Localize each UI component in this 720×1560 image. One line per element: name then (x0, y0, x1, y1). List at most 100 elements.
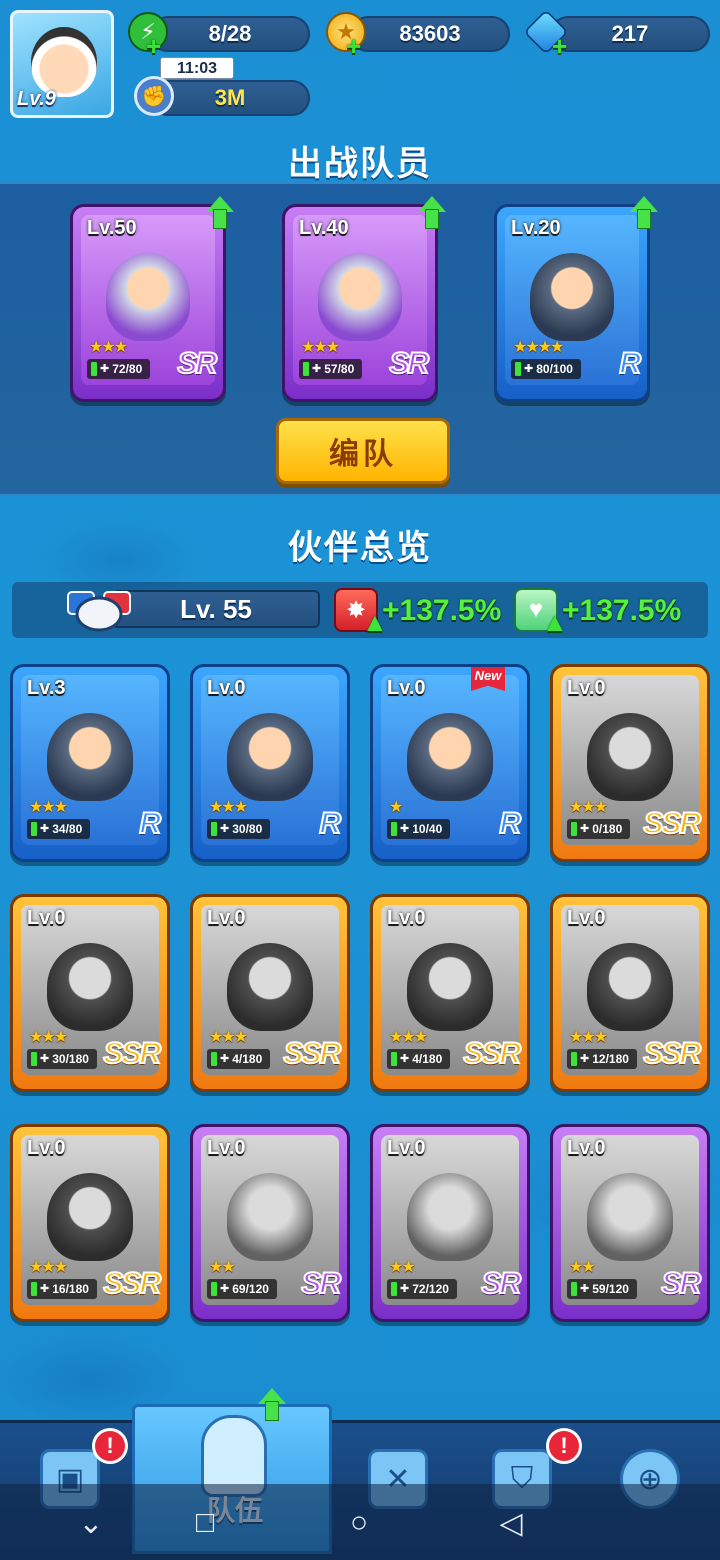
rarity-badge: SR (388, 346, 430, 381)
card-level: Lv.0 (567, 1137, 606, 1159)
shard-text: 59/120 (592, 1282, 629, 1296)
shard-progress-bar (391, 1282, 397, 1296)
shard-progress-bar (91, 362, 97, 376)
card-level: Lv.0 (567, 907, 606, 929)
partner-card[interactable]: Lv.0 ★★ ✚ 59/120 SR (550, 1124, 710, 1322)
partner-card[interactable]: Lv.0 ★ ✚ 10/40 R New (370, 664, 530, 862)
formation-button[interactable]: 编队 (276, 418, 450, 484)
shard-icon: ✚ (312, 363, 322, 375)
rarity-badge: SSR (102, 1036, 162, 1071)
power-fist-icon: ✊ (134, 76, 174, 116)
add-coins-button[interactable]: + (346, 33, 366, 59)
rarity-badge: SSR (102, 1266, 162, 1301)
avatar-portrait (31, 27, 97, 97)
system-back-icon[interactable]: ◁ (486, 1506, 536, 1541)
card-stars: ★★★ (209, 1029, 248, 1046)
card-shard-count: ✚ 72/80 (87, 359, 151, 379)
shard-progress-bar (211, 1052, 217, 1066)
card-level: Lv.40 (299, 217, 349, 239)
battle-member-card[interactable]: Lv.40 ★★★ ✚ 57/80 SR (282, 204, 438, 402)
player-level: Lv.9 (17, 88, 56, 110)
character-portrait (530, 253, 614, 342)
card-stars: ★★★ (29, 1029, 68, 1046)
character-portrait (586, 1173, 674, 1262)
partner-card[interactable]: Lv.0 ★★ ✚ 69/120 SR (190, 1124, 350, 1322)
card-shard-count: ✚ 34/80 (27, 819, 91, 839)
add-gems-button[interactable]: + (552, 33, 572, 59)
card-shard-count: ✚ 12/180 (567, 1049, 637, 1069)
shard-text: 72/80 (112, 362, 143, 376)
card-shard-count: ✚ 4/180 (387, 1049, 451, 1069)
partner-card[interactable]: Lv.0 ★★★ ✚ 4/180 SSR (190, 894, 350, 1092)
rarity-badge: SR (480, 1266, 522, 1301)
card-level: Lv.3 (27, 677, 66, 699)
shard-text: 16/180 (52, 1282, 89, 1296)
player-avatar[interactable]: Lv.9 (10, 10, 114, 118)
partner-card[interactable]: Lv.0 ★★★ ✚ 30/180 SSR (10, 894, 170, 1092)
attack-bonus-value: +137.5% (382, 594, 502, 627)
upgrade-arrow-icon (418, 196, 446, 230)
card-level: Lv.0 (207, 907, 246, 929)
shard-icon: ✚ (40, 1053, 50, 1065)
add-stamina-button[interactable]: + (146, 33, 166, 59)
rarity-badge: SR (300, 1266, 342, 1301)
stamina-pill: 8/28 (150, 16, 310, 52)
shard-text: 57/80 (324, 362, 355, 376)
shard-text: 30/180 (52, 1052, 89, 1066)
coins-value: 83603 (399, 21, 461, 46)
battle-section-title: 出战队员 (288, 145, 432, 183)
character-portrait (226, 1173, 314, 1262)
team-upgrade-arrow-icon (258, 1388, 286, 1422)
system-down-chevron-icon[interactable]: ⌄ (66, 1506, 116, 1541)
card-shard-count: ✚ 4/180 (207, 1049, 271, 1069)
card-stars: ★★★ (301, 339, 340, 356)
character-portrait (318, 253, 402, 342)
coins-pill: 83603 (350, 16, 510, 52)
character-portrait (46, 713, 134, 802)
partner-card[interactable]: Lv.3 ★★★ ✚ 34/80 R (10, 664, 170, 862)
card-stars: ★★ (569, 1259, 596, 1276)
character-portrait (226, 943, 314, 1032)
rarity-badge: R (618, 346, 642, 381)
shield-alert-badge: ! (546, 1428, 582, 1464)
shard-progress-bar (571, 1282, 577, 1296)
card-shard-count: ✚ 0/180 (567, 819, 631, 839)
shard-text: 69/120 (232, 1282, 269, 1296)
top-bar: Lv.9 8/28 ⚡ + 11:03 83603 ★ + 217 + 3M ✊ (0, 0, 720, 130)
character-portrait (226, 713, 314, 802)
rarity-badge: SR (660, 1266, 702, 1301)
card-stars: ★★★ (29, 799, 68, 816)
shard-text: 72/120 (412, 1282, 449, 1296)
character-portrait (586, 713, 674, 802)
power-pill: 3M (150, 80, 310, 116)
character-portrait (586, 943, 674, 1032)
card-stars: ★★★ (89, 339, 128, 356)
battle-member-card[interactable]: Lv.20 ★★★★ ✚ 80/100 R (494, 204, 650, 402)
partner-card[interactable]: Lv.0 ★★★ ✚ 0/180 SSR (550, 664, 710, 862)
rarity-badge: SSR (282, 1036, 342, 1071)
rarity-badge: R (138, 806, 162, 841)
shard-icon: ✚ (400, 1283, 410, 1295)
partner-card[interactable]: Lv.0 ★★★ ✚ 16/180 SSR (10, 1124, 170, 1322)
card-shard-count: ✚ 69/120 (207, 1279, 277, 1299)
shard-text: 10/40 (412, 822, 443, 836)
card-stars: ★★★★ (513, 339, 564, 356)
character-portrait (406, 713, 494, 802)
system-recents-icon[interactable]: □ (180, 1506, 230, 1540)
battle-member-card[interactable]: Lv.50 ★★★ ✚ 72/80 SR (70, 204, 226, 402)
shard-icon: ✚ (580, 823, 590, 835)
card-level: Lv.0 (567, 677, 606, 699)
card-shard-count: ✚ 16/180 (27, 1279, 97, 1299)
shard-progress-bar (515, 362, 521, 376)
partner-card[interactable]: Lv.0 ★★★ ✚ 4/180 SSR (370, 894, 530, 1092)
gems-pill: 217 (550, 16, 710, 52)
shard-progress-bar (31, 1282, 37, 1296)
partner-card[interactable]: Lv.0 ★★★ ✚ 12/180 SSR (550, 894, 710, 1092)
card-stars: ★★★ (29, 1259, 68, 1276)
card-shard-count: ✚ 80/100 (511, 359, 581, 379)
card-stars: ★★ (209, 1259, 236, 1276)
card-shard-count: ✚ 72/120 (387, 1279, 457, 1299)
partner-card[interactable]: Lv.0 ★★★ ✚ 30/80 R (190, 664, 350, 862)
partner-card[interactable]: Lv.0 ★★ ✚ 72/120 SR (370, 1124, 530, 1322)
system-home-icon[interactable]: ○ (334, 1506, 384, 1540)
